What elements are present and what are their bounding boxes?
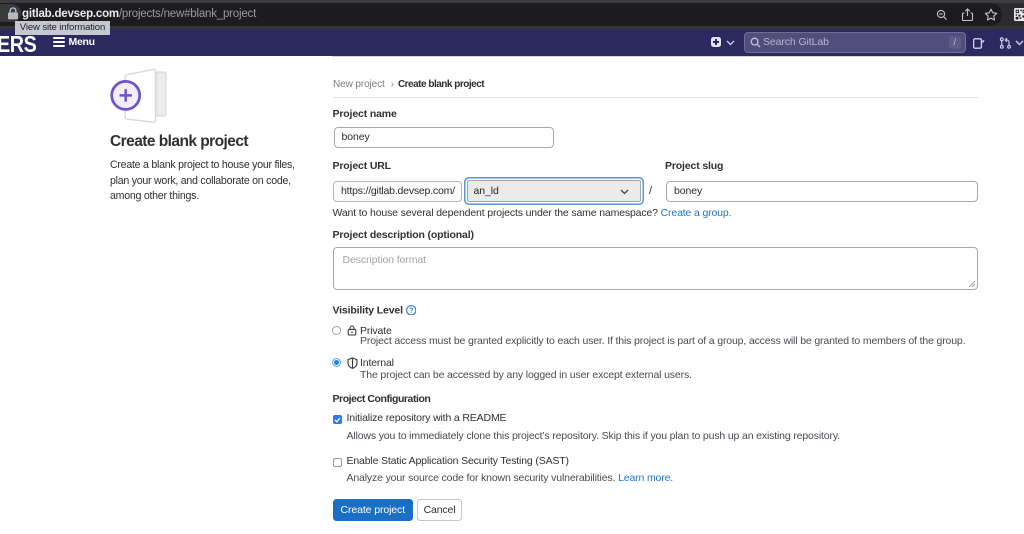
svg-text:?: ?	[409, 306, 413, 314]
